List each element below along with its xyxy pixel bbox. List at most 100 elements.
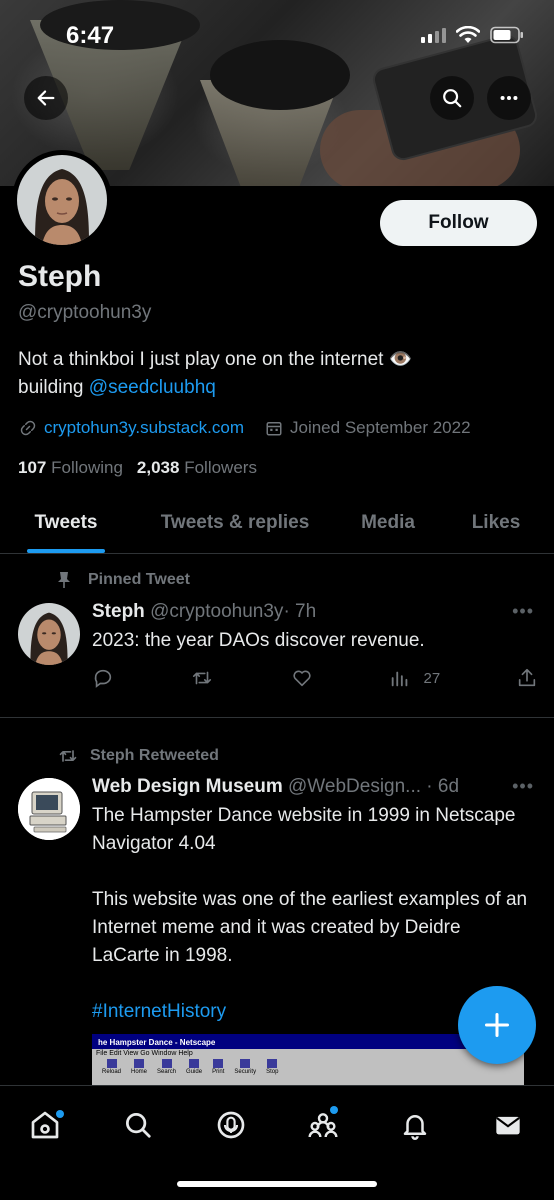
profile-meta: cryptohun3y.substack.com Joined Septembe… — [18, 418, 471, 438]
media-toolbar-item: Guide — [186, 1059, 202, 1075]
nav-communities[interactable] — [298, 1100, 348, 1150]
nav-notifications[interactable] — [390, 1100, 440, 1150]
profile-name: Steph — [18, 260, 102, 293]
tab-tweets[interactable]: Tweets — [0, 496, 132, 553]
pinned-context: Pinned Tweet — [56, 571, 190, 589]
tweet-actions: 27 — [92, 667, 538, 689]
battery-icon — [490, 26, 523, 44]
cellular-signal-icon — [421, 27, 446, 43]
tweet-text: The Hampster Dance website in 1999 in Ne… — [92, 802, 532, 1026]
retweet-context: Steph Retweeted — [56, 746, 219, 766]
media-toolbar-item: Home — [131, 1059, 147, 1075]
back-button[interactable] — [24, 76, 68, 120]
home-notification-dot — [56, 1110, 64, 1118]
compose-tweet-button[interactable] — [458, 986, 536, 1064]
avatar — [17, 155, 107, 245]
communities-notification-dot — [330, 1106, 338, 1114]
back-arrow-icon — [37, 90, 55, 106]
nav-home[interactable] — [20, 1100, 70, 1150]
tweet-header: Steph @cryptoohun3y· 7h — [92, 601, 316, 623]
website-link[interactable]: cryptohun3y.substack.com — [44, 418, 244, 438]
bio-line-2: building @seedcluubhq — [18, 374, 538, 402]
tweet-avatar[interactable] — [18, 603, 80, 665]
tweet-avatar[interactable] — [18, 778, 80, 840]
bio-line-1: Not a thinkboi I just play one on the in… — [18, 349, 413, 370]
tweet-time: · 6d — [426, 776, 460, 797]
tab-media[interactable]: Media — [338, 496, 438, 553]
pinned-label: Pinned Tweet — [88, 571, 190, 588]
heart-icon — [293, 670, 311, 687]
tweet-paragraph-1: The Hampster Dance website in 1999 in Ne… — [92, 805, 516, 854]
views-count: 27 — [423, 669, 441, 687]
search-button[interactable] — [430, 76, 474, 120]
retweet-icon — [192, 671, 211, 685]
nav-messages[interactable] — [483, 1100, 533, 1150]
bio-mention-link[interactable]: @seedcluubhq — [89, 377, 216, 398]
retweet-button[interactable] — [190, 667, 214, 689]
profile-tabs: Tweets Tweets & replies Media Likes — [0, 496, 554, 554]
share-button[interactable] — [516, 667, 538, 689]
followers-count: 2,038 — [136, 458, 180, 477]
retweet-context-icon — [59, 750, 77, 762]
media-toolbar-item: Security — [234, 1059, 256, 1075]
media-window-title: he Hampster Dance - Netscape — [92, 1037, 524, 1049]
profile-handle: @cryptoohun3y — [18, 302, 152, 323]
tweet-author[interactable]: Web Design Museum — [92, 776, 283, 797]
followers-label: Followers — [184, 458, 257, 477]
more-dots-icon — [500, 95, 518, 101]
tweet-more-button[interactable]: ••• — [512, 776, 534, 797]
status-time: 6:47 — [66, 22, 115, 49]
status-icons — [421, 26, 524, 44]
followers-stat[interactable]: 2,038 Followers — [137, 458, 257, 478]
tab-likes[interactable]: Likes — [438, 496, 554, 553]
reply-button[interactable] — [92, 667, 114, 689]
home-indicator — [177, 1181, 377, 1187]
calendar-icon — [264, 418, 284, 438]
spaces-microphone-icon — [217, 1111, 245, 1139]
tweet-paragraph-2: This website was one of the earliest exa… — [92, 889, 528, 966]
tweet-handle: @WebDesign... — [288, 776, 422, 797]
tab-tweets-replies[interactable]: Tweets & replies — [132, 496, 338, 553]
pin-icon — [58, 572, 70, 588]
nav-spaces[interactable] — [206, 1100, 256, 1150]
media-toolbar-item: Reload — [102, 1059, 121, 1075]
search-icon — [443, 89, 462, 108]
nav-search[interactable] — [113, 1100, 163, 1150]
joined-date: Joined September 2022 — [290, 418, 471, 437]
following-label: Following — [51, 458, 123, 477]
media-toolbar-item: Stop — [266, 1059, 278, 1075]
tweet-handle: @cryptoohun3y — [150, 601, 284, 622]
views-button[interactable]: 27 — [389, 667, 440, 689]
tweet-pinned[interactable]: Pinned Tweet Steph @cryptoohun3y· 7h •••… — [0, 555, 554, 718]
tweet-text: 2023: the year DAOs discover revenue. — [92, 630, 425, 651]
like-button[interactable] — [290, 667, 314, 689]
retweet-context-label: Steph Retweeted — [90, 747, 219, 764]
media-menu-bar: File Edit View Go Window Help — [96, 1050, 193, 1057]
following-stat[interactable]: 107 Following — [18, 458, 123, 478]
bio-prefix: building — [18, 377, 89, 398]
tweet-header: Web Design Museum @WebDesign... · 6d — [92, 776, 459, 798]
following-count: 107 — [18, 458, 47, 477]
tweet-time: · 7h — [283, 601, 317, 622]
link-icon — [18, 418, 38, 438]
wifi-icon — [456, 26, 480, 43]
tweet-media-image[interactable]: he Hampster Dance - Netscape File Edit V… — [92, 1034, 524, 1090]
views-bar-chart-icon — [392, 671, 408, 687]
tweet-author[interactable]: Steph — [92, 601, 145, 622]
tweet-more-button[interactable]: ••• — [512, 601, 534, 622]
follow-button[interactable]: Follow — [380, 200, 537, 246]
media-toolbar-item: Search — [157, 1059, 176, 1075]
share-icon — [518, 668, 536, 687]
mail-icon — [496, 1116, 520, 1135]
more-options-button[interactable] — [487, 76, 531, 120]
plus-icon — [484, 1012, 510, 1038]
search-icon — [126, 1113, 151, 1138]
media-toolbar-item: Print — [212, 1059, 224, 1075]
profile-stats: 107 Following 2,038 Followers — [18, 458, 257, 478]
bell-icon — [403, 1115, 427, 1140]
profile-avatar-frame[interactable] — [12, 150, 112, 250]
media-toolbar: Reload Home Search Guide Print Security … — [92, 1059, 524, 1075]
status-bar: 6:47 — [0, 0, 554, 70]
profile-bio: Not a thinkboi I just play one on the in… — [18, 346, 538, 402]
reply-icon — [94, 669, 112, 688]
